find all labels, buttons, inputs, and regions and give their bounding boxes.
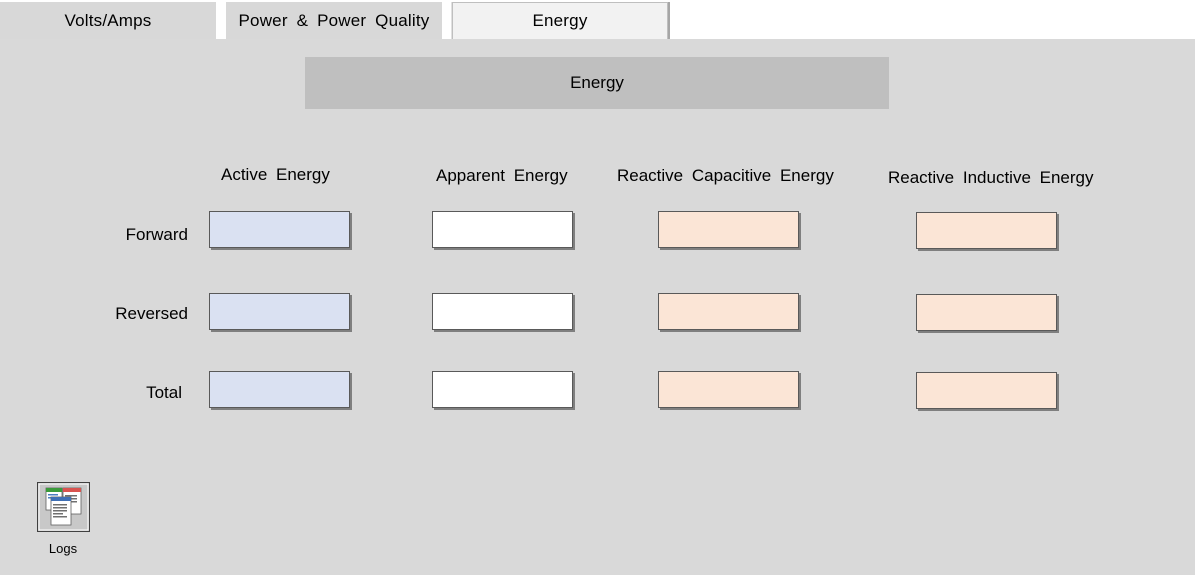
forward-active-energy-field — [209, 211, 350, 248]
total-apparent-energy-field — [432, 371, 573, 408]
reversed-apparent-energy-field — [432, 293, 573, 330]
column-header-active-energy: Active Energy — [221, 165, 330, 184]
total-reactive-capacitive-energy-field — [658, 371, 799, 408]
energy-panel: Energy Active Energy Apparent Energy Rea… — [0, 39, 1195, 575]
column-header-reactive-inductive-energy: Reactive Inductive Energy — [888, 168, 1094, 187]
column-header-apparent-energy: Apparent Energy — [436, 166, 568, 185]
tab-power-quality[interactable]: Power & Power Quality — [226, 2, 442, 39]
reversed-reactive-inductive-energy-field — [916, 294, 1057, 331]
row-label-total: Total — [146, 383, 182, 402]
forward-reactive-capacitive-energy-field — [658, 211, 799, 248]
logs-label: Logs — [48, 541, 78, 556]
tab-volts-amps[interactable]: Volts/Amps — [0, 2, 216, 39]
reversed-active-energy-field — [209, 293, 350, 330]
logs-icon — [38, 483, 89, 531]
tab-energy[interactable]: Energy — [452, 2, 668, 39]
section-title: Energy — [305, 57, 889, 109]
total-active-energy-field — [209, 371, 350, 408]
forward-reactive-inductive-energy-field — [916, 212, 1057, 249]
forward-apparent-energy-field — [432, 211, 573, 248]
total-reactive-inductive-energy-field — [916, 372, 1057, 409]
column-header-reactive-capacitive-energy: Reactive Capacitive Energy — [617, 166, 834, 185]
reversed-reactive-capacitive-energy-field — [658, 293, 799, 330]
logs-button[interactable] — [37, 482, 90, 532]
row-label-reversed: Reversed — [115, 304, 188, 323]
row-label-forward: Forward — [125, 225, 188, 244]
